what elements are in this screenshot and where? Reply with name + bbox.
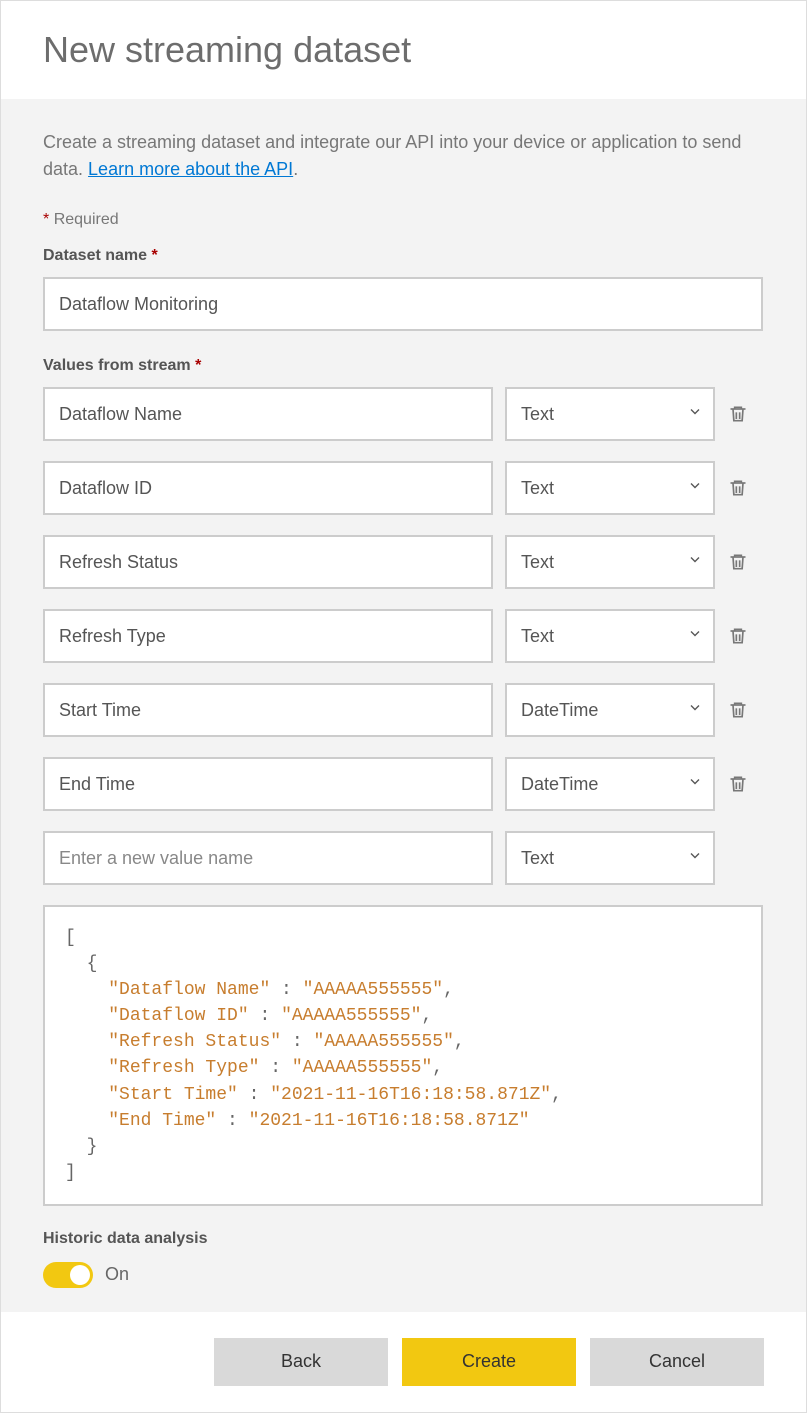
- historic-toggle[interactable]: [43, 1262, 93, 1288]
- delete-row-icon[interactable]: [727, 697, 749, 723]
- required-label: Required: [54, 211, 119, 228]
- new-value-type-wrap: TextNumberDateTime: [505, 831, 715, 885]
- stream-value-type-select[interactable]: TextNumberDateTime: [505, 609, 715, 663]
- values-from-stream-label: Values from stream *: [43, 357, 764, 375]
- stream-row: TextNumberDateTime: [43, 461, 764, 515]
- toggle-knob: [70, 1265, 90, 1285]
- streaming-dataset-dialog: New streaming dataset Create a streaming…: [0, 0, 807, 1413]
- learn-more-link[interactable]: Learn more about the API: [88, 159, 293, 179]
- stream-row: TextNumberDateTime: [43, 683, 764, 737]
- stream-value-name-input[interactable]: [43, 683, 493, 737]
- dataset-name-label-text: Dataset name: [43, 247, 147, 264]
- dialog-footer: Back Create Cancel: [1, 1312, 806, 1412]
- dataset-name-label: Dataset name *: [43, 247, 764, 265]
- stream-value-type-select[interactable]: TextNumberDateTime: [505, 387, 715, 441]
- stream-value-name-input[interactable]: [43, 609, 493, 663]
- delete-row-icon[interactable]: [727, 771, 749, 797]
- historic-analysis-label: Historic data analysis: [43, 1230, 764, 1248]
- stream-value-name-input[interactable]: [43, 535, 493, 589]
- description-post: .: [293, 159, 298, 179]
- stream-value-type-select[interactable]: TextNumberDateTime: [505, 461, 715, 515]
- historic-toggle-row: On: [43, 1262, 764, 1288]
- stream-row: TextNumberDateTime: [43, 535, 764, 589]
- cancel-button[interactable]: Cancel: [590, 1338, 764, 1386]
- stream-value-type-wrap: TextNumberDateTime: [505, 461, 715, 515]
- dialog-body: Create a streaming dataset and integrate…: [1, 99, 806, 1312]
- stream-value-type-wrap: TextNumberDateTime: [505, 387, 715, 441]
- required-note: * Required: [43, 211, 764, 229]
- delete-row-icon[interactable]: [727, 475, 749, 501]
- stream-value-type-select[interactable]: TextNumberDateTime: [505, 683, 715, 737]
- required-star-icon: *: [195, 357, 201, 374]
- stream-row: TextNumberDateTime: [43, 609, 764, 663]
- delete-row-icon[interactable]: [727, 401, 749, 427]
- stream-row: TextNumberDateTime: [43, 757, 764, 811]
- dataset-name-input[interactable]: [43, 277, 763, 331]
- stream-value-name-input[interactable]: [43, 757, 493, 811]
- required-star-icon: *: [152, 247, 158, 264]
- stream-value-type-wrap: TextNumberDateTime: [505, 535, 715, 589]
- stream-value-name-input[interactable]: [43, 461, 493, 515]
- create-button[interactable]: Create: [402, 1338, 576, 1386]
- json-preview: [ { "Dataflow Name" : "AAAAA555555", "Da…: [43, 905, 763, 1206]
- delete-row-icon[interactable]: [727, 623, 749, 649]
- dialog-title: New streaming dataset: [43, 29, 764, 71]
- stream-value-type-select[interactable]: TextNumberDateTime: [505, 757, 715, 811]
- stream-value-name-input[interactable]: [43, 387, 493, 441]
- new-value-type-select[interactable]: TextNumberDateTime: [505, 831, 715, 885]
- back-button[interactable]: Back: [214, 1338, 388, 1386]
- historic-toggle-state: On: [105, 1264, 129, 1285]
- stream-row-new: TextNumberDateTime: [43, 831, 764, 885]
- values-label-text: Values from stream: [43, 357, 191, 374]
- stream-row: TextNumberDateTime: [43, 387, 764, 441]
- stream-value-type-wrap: TextNumberDateTime: [505, 757, 715, 811]
- stream-rows-container: TextNumberDateTime TextNumberDateTime Text…: [43, 387, 764, 885]
- description: Create a streaming dataset and integrate…: [43, 129, 764, 183]
- new-value-name-input[interactable]: [43, 831, 493, 885]
- stream-value-type-wrap: TextNumberDateTime: [505, 683, 715, 737]
- stream-value-type-select[interactable]: TextNumberDateTime: [505, 535, 715, 589]
- delete-row-icon[interactable]: [727, 549, 749, 575]
- dialog-header: New streaming dataset: [1, 1, 806, 99]
- required-star-icon: *: [43, 211, 49, 228]
- stream-value-type-wrap: TextNumberDateTime: [505, 609, 715, 663]
